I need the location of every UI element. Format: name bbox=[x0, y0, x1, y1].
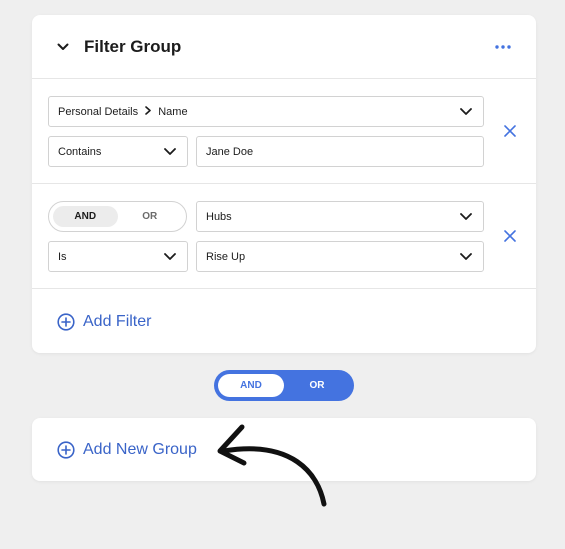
field-select[interactable]: Personal Details Name bbox=[48, 96, 484, 127]
toggle-option-and[interactable]: AND bbox=[218, 374, 284, 397]
chevron-down-icon bbox=[459, 107, 473, 117]
add-new-group-button[interactable]: Add New Group bbox=[56, 440, 197, 459]
value-input[interactable]: Jane Doe bbox=[196, 136, 484, 167]
value-select[interactable]: Rise Up bbox=[196, 241, 484, 272]
plus-circle-icon bbox=[56, 440, 75, 459]
pointer-arrow-icon bbox=[217, 424, 327, 507]
value-text: Jane Doe bbox=[206, 145, 254, 158]
filter-group-title: Filter Group bbox=[84, 36, 182, 56]
add-filter-button[interactable]: Add Filter bbox=[56, 312, 151, 331]
and-or-toggle: AND OR bbox=[48, 201, 187, 232]
chevron-down-icon[interactable] bbox=[56, 40, 70, 54]
value-text: Rise Up bbox=[206, 250, 246, 263]
add-new-group-label: Add New Group bbox=[83, 440, 197, 458]
filter-row: AND OR Hubs Is Rise Up bbox=[32, 184, 536, 289]
operator-value: Is bbox=[58, 250, 67, 263]
field-path-child: Name bbox=[158, 105, 188, 118]
filter-group-card: Filter Group Personal Details Name Conta… bbox=[32, 15, 536, 353]
toggle-option-or[interactable]: OR bbox=[118, 206, 183, 227]
field-path-parent: Personal Details bbox=[58, 105, 139, 118]
filter-row: Personal Details Name Contains Jane Doe bbox=[32, 79, 536, 184]
group-and-or-toggle: AND OR bbox=[214, 370, 354, 401]
operator-value: Contains bbox=[58, 145, 102, 158]
close-icon[interactable] bbox=[502, 123, 518, 139]
chevron-down-icon bbox=[459, 252, 473, 262]
operator-select[interactable]: Contains bbox=[48, 136, 188, 167]
chevron-down-icon bbox=[459, 212, 473, 222]
field-path: Personal Details Name bbox=[58, 106, 459, 118]
toggle-option-or[interactable]: OR bbox=[284, 374, 350, 397]
chevron-down-icon bbox=[163, 147, 177, 157]
add-filter-label: Add Filter bbox=[83, 312, 152, 330]
field-value: Hubs bbox=[206, 210, 232, 223]
more-horizontal-icon[interactable] bbox=[492, 40, 514, 54]
chevron-down-icon bbox=[163, 252, 177, 262]
filter-group-header: Filter Group bbox=[32, 15, 536, 79]
toggle-option-and[interactable]: AND bbox=[53, 206, 118, 227]
operator-select[interactable]: Is bbox=[48, 241, 188, 272]
field-select[interactable]: Hubs bbox=[196, 201, 484, 232]
plus-circle-icon bbox=[56, 312, 75, 331]
chevron-right-icon bbox=[145, 105, 151, 115]
close-icon[interactable] bbox=[502, 228, 518, 244]
